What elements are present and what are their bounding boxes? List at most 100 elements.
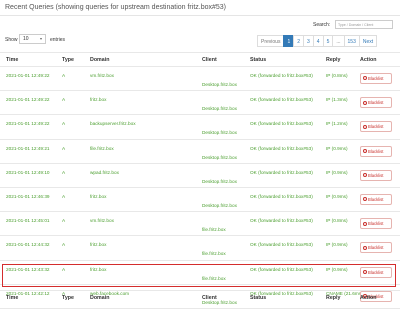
show-label: Show — [5, 37, 18, 43]
row-client: file.fritz.box — [202, 251, 226, 257]
row-client: Desktop.fritz.box — [202, 203, 237, 208]
column-header-time[interactable]: Time — [6, 57, 18, 63]
pagination-next[interactable]: Next — [358, 35, 378, 47]
table-row: 2021-01-01 12:45:01 Avm.fritz.box file.fri… — [0, 212, 400, 237]
blacklist-label: Blacklist — [368, 124, 384, 130]
blacklist-button[interactable]: Blacklist — [360, 218, 392, 230]
blacklist-button[interactable]: Blacklist — [360, 121, 392, 133]
entries-select[interactable]: 10 ▾ — [19, 34, 46, 44]
row-reply: IP (0.9ms) — [326, 242, 348, 248]
row-reply: IP (0.8ms) — [326, 73, 348, 78]
row-domain[interactable]: vm.fritz.box — [90, 218, 114, 223]
ban-icon — [363, 197, 367, 202]
row-reply: IP (0.9ms) — [326, 194, 348, 199]
row-status: OK (forwarded to fritz.box#53) — [250, 218, 313, 224]
blacklist-button[interactable]: Blacklist — [360, 97, 392, 109]
title-divider — [0, 15, 400, 16]
page-title: Recent Queries (showing queries for upst… — [5, 4, 226, 11]
pagination-previous[interactable]: Previous — [257, 35, 285, 47]
row-domain[interactable]: file.fritz.box — [90, 146, 114, 151]
blacklist-button[interactable]: Blacklist — [360, 169, 392, 181]
table-row: 2021-01-01 12:49:22 Abackupserver.fritz.b… — [0, 115, 400, 140]
highlighted-row-outline — [2, 264, 396, 287]
row-type: A — [62, 97, 66, 103]
blacklist-label: Blacklist — [368, 76, 384, 81]
query-log-page: Recent Queries (showing queries for upst… — [0, 0, 400, 309]
blacklist-button[interactable]: Blacklist — [360, 194, 392, 205]
ban-icon — [363, 245, 367, 250]
column-header-domain[interactable]: Domain — [90, 57, 109, 63]
blacklist-label: Blacklist — [368, 172, 384, 178]
ban-icon — [363, 173, 367, 178]
row-time: 2021-01-01 12:49:10 — [6, 169, 50, 175]
column-footer-action: Action — [360, 295, 377, 301]
column-header-type[interactable]: Type — [62, 57, 74, 63]
table-row: 2021-01-01 12:46:39 Afritz.box Desktop.fri… — [0, 188, 400, 213]
row-type: A — [62, 194, 66, 199]
column-header-status[interactable]: Status — [250, 57, 266, 63]
row-client: Desktop.fritz.box — [202, 178, 237, 184]
row-status: OK (forwarded to fritz.box#53) — [250, 194, 313, 199]
column-footer-client: Client — [202, 295, 217, 301]
row-time: 2021-01-01 12:49:21 — [6, 145, 50, 151]
row-status: OK (forwarded to fritz.box#53) — [250, 97, 313, 103]
table-row: 2021-01-01 12:49:22 Afritz.box Desktop.fri… — [0, 91, 400, 116]
row-type: A — [62, 73, 66, 78]
column-header-action[interactable]: Action — [360, 57, 376, 63]
row-type: A — [62, 145, 66, 151]
row-type: A — [62, 218, 66, 224]
column-header-reply[interactable]: Reply — [326, 57, 340, 63]
ban-icon — [363, 221, 367, 226]
row-status: OK (forwarded to fritz.box#53) — [250, 73, 313, 78]
row-type: A — [62, 169, 66, 175]
header-top-border — [0, 52, 400, 53]
search-input[interactable]: Type / Domain / Client — [335, 20, 393, 29]
table-row: 2021-01-01 12:44:32 Afritz.box file.fritz.… — [0, 236, 400, 261]
table-row: 2021-01-01 12:49:21 Afile.fritz.box Deskto… — [0, 140, 400, 165]
row-type: A — [62, 242, 66, 248]
blacklist-label: Blacklist — [368, 221, 384, 227]
column-footer-domain: Domain — [90, 295, 110, 301]
row-time: 2021-01-01 12:49:22 — [6, 121, 50, 127]
row-domain[interactable]: fritz.box — [90, 242, 106, 247]
blacklist-label: Blacklist — [368, 245, 384, 251]
column-footer-time: Time — [6, 295, 19, 301]
row-time: 2021-01-01 12:44:32 — [6, 242, 50, 248]
row-client: Desktop.fritz.box — [202, 154, 237, 160]
pagination: Previous 1 2 3 4 5 ... 153 Next — [257, 35, 378, 47]
entries-label: entries — [50, 37, 66, 43]
row-client: Desktop.fritz.box — [202, 82, 237, 87]
row-domain[interactable]: backupserver.fritz.box — [90, 121, 136, 126]
table-row: 2021-01-01 12:49:22 Avm.fritz.box Desktop.… — [0, 67, 400, 92]
column-header-client[interactable]: Client — [202, 57, 217, 63]
row-time: 2021-01-01 12:49:22 — [6, 97, 50, 103]
blacklist-button[interactable]: Blacklist — [360, 242, 392, 254]
pagination-page-last[interactable]: 153 — [343, 35, 360, 47]
row-domain[interactable]: wpad.fritz.box — [90, 170, 119, 175]
row-domain[interactable]: vm.fritz.box — [90, 73, 114, 78]
row-time: 2021-01-01 12:46:39 — [6, 194, 50, 199]
entries-select-value: 10 — [23, 36, 29, 42]
row-status: OK (forwarded to fritz.box#53) — [250, 242, 313, 248]
ban-icon — [363, 76, 367, 81]
row-type: A — [62, 121, 66, 127]
table-row: 2021-01-01 12:49:10 Awpad.fritz.box Deskto… — [0, 164, 400, 189]
ban-icon — [363, 148, 367, 153]
row-time: 2021-01-01 12:45:01 — [6, 218, 50, 224]
row-divider — [0, 307, 400, 309]
column-footer-type: Type — [62, 295, 74, 301]
row-domain[interactable]: fritz.box — [90, 194, 106, 199]
row-time: 2021-01-01 12:49:22 — [6, 73, 50, 78]
row-status: OK (forwarded to fritz.box#53) — [250, 169, 313, 175]
row-reply: IP (0.9ms) — [326, 169, 348, 175]
blacklist-button[interactable]: Blacklist — [360, 145, 392, 157]
blacklist-button[interactable]: Blacklist — [360, 73, 392, 84]
blacklist-label: Blacklist — [368, 197, 384, 202]
ban-icon — [363, 124, 367, 129]
blacklist-label: Blacklist — [368, 148, 384, 154]
row-client: file.fritz.box — [202, 227, 226, 233]
blacklist-label: Blacklist — [368, 100, 384, 106]
search-label: Search: — [313, 22, 331, 28]
ban-icon — [363, 100, 367, 105]
row-domain[interactable]: fritz.box — [90, 97, 106, 102]
